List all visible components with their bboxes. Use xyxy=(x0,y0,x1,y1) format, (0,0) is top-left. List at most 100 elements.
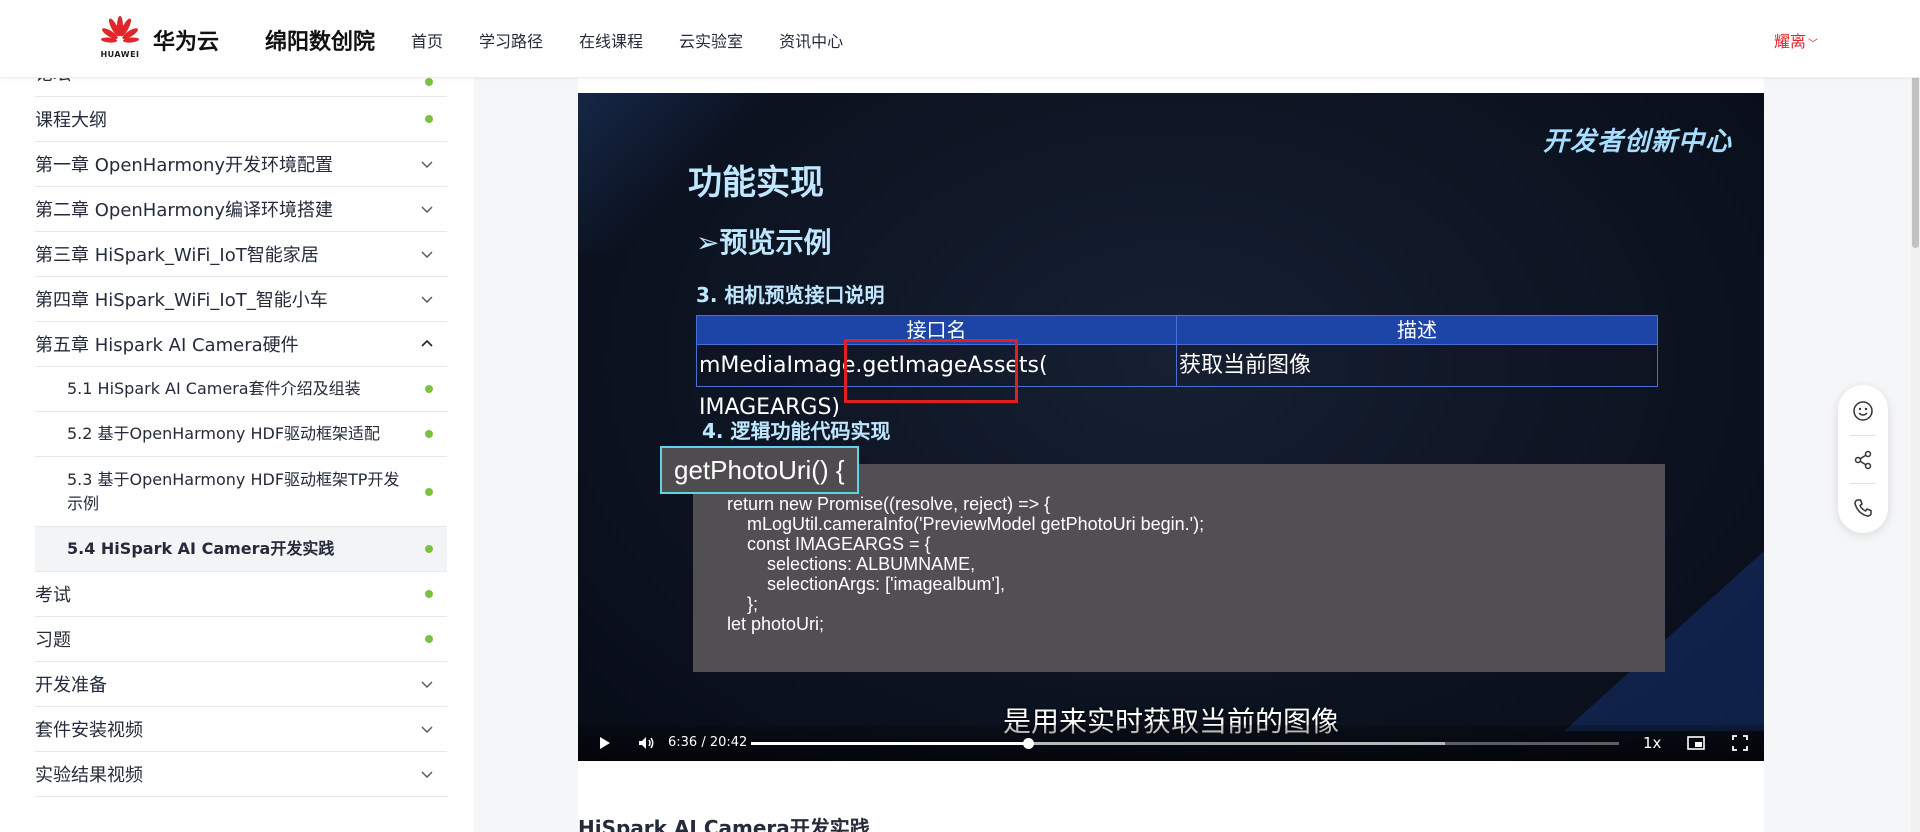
user-menu[interactable]: 耀离 ﹀ xyxy=(1774,28,1818,52)
progress-bar[interactable] xyxy=(751,738,1619,749)
contact-button[interactable] xyxy=(1838,484,1888,532)
sidebar-item-label: 习题 xyxy=(35,630,71,651)
sidebar-item-label: 第四章 HiSpark_WiFi_IoT_智能小车 xyxy=(35,290,328,311)
sidebar-item-label: 5.3 基于OpenHarmony HDF驱动框架TP开发示例 xyxy=(67,469,400,513)
brand-name[interactable]: 华为云 xyxy=(153,24,219,56)
nav-learning-path[interactable]: 学习路径 xyxy=(479,28,543,52)
sidebar-item-chapter-4[interactable]: 第四章 HiSpark_WiFi_IoT_智能小车 xyxy=(35,277,447,322)
sidebar-item-label: 套件安装视频 xyxy=(35,720,143,741)
chevron-down-icon[interactable] xyxy=(419,676,435,692)
sidebar-item-label: 第三章 HiSpark_WiFi_IoT智能家居 xyxy=(35,245,319,266)
completed-dot-icon xyxy=(425,487,433,496)
picture-in-picture-icon[interactable] xyxy=(1686,733,1706,753)
page-scrollbar[interactable] xyxy=(1911,0,1920,832)
nav-news-center[interactable]: 资讯中心 xyxy=(779,28,843,52)
nav-home[interactable]: 首页 xyxy=(411,28,443,52)
play-icon[interactable] xyxy=(594,733,614,753)
share-button[interactable] xyxy=(1838,436,1888,484)
sidebar-item-chapter-5[interactable]: 第五章 Hispark AI Camera硬件 xyxy=(35,322,447,367)
sidebar-item-label: 开发准备 xyxy=(35,675,107,696)
code-line: return new Promise((resolve, reject) => … xyxy=(727,494,1051,514)
sidebar-subitem-5-2[interactable]: 5.2 基于OpenHarmony HDF驱动框架适配 xyxy=(35,412,447,457)
scrollbar-thumb[interactable] xyxy=(1912,58,1919,248)
nav-online-courses[interactable]: 在线课程 xyxy=(579,28,643,52)
slide-section-4: 4. 逻辑功能代码实现 xyxy=(702,419,891,443)
completed-dot-icon xyxy=(425,635,433,643)
playback-speed-button[interactable]: 1x xyxy=(1643,734,1661,752)
completed-dot-icon xyxy=(425,590,433,598)
floating-toolbar xyxy=(1838,385,1888,533)
slide-title: 功能实现 xyxy=(688,163,824,203)
chevron-up-icon[interactable] xyxy=(419,336,435,352)
completed-dot-icon xyxy=(425,430,433,438)
volume-icon[interactable] xyxy=(636,733,656,753)
user-name: 耀离 xyxy=(1774,32,1807,51)
code-line: selections: ALBUMNAME, xyxy=(727,554,976,574)
share-icon xyxy=(1854,450,1872,470)
sidebar-subitem-5-1[interactable]: 5.1 HiSpark AI Camera套件介绍及组装 xyxy=(35,367,447,412)
table-header-description: 描述 xyxy=(1177,316,1657,344)
table-cell-description: 获取当前图像 xyxy=(1177,344,1657,386)
sidebar-item-chapter-1[interactable]: 第一章 OpenHarmony开发环境配置 xyxy=(35,142,447,187)
sidebar-item-outline[interactable]: 课程大纲 xyxy=(35,97,447,142)
phone-icon xyxy=(1854,499,1872,517)
code-function-label: getPhotoUri() { xyxy=(660,446,859,494)
completed-dot-icon xyxy=(425,385,433,393)
sidebar-item-label: 考试 xyxy=(35,585,71,606)
highlight-box xyxy=(844,339,1018,403)
main-nav: 首页 学习路径 在线课程 云实验室 资讯中心 xyxy=(411,28,879,52)
video-player[interactable]: 开发者创新中心 功能实现 ➢预览示例 3. 相机预览接口说明 接口名 描述 mM… xyxy=(578,93,1764,761)
sidebar-item-label: 5.4 HiSpark AI Camera开发实践 xyxy=(67,539,335,558)
slide-table: 接口名 描述 mMediaImage.getImageAssets( IMAGE… xyxy=(696,315,1658,420)
sidebar-item-dev-prep[interactable]: 开发准备 xyxy=(35,662,447,707)
sidebar-subitem-5-3[interactable]: 5.3 基于OpenHarmony HDF驱动框架TP开发示例 xyxy=(35,457,447,527)
sidebar-item-chapter-2[interactable]: 第二章 OpenHarmony编译环境搭建 xyxy=(35,187,447,232)
feedback-button[interactable] xyxy=(1838,387,1888,435)
sidebar-item-label: 5.2 基于OpenHarmony HDF驱动框架适配 xyxy=(67,424,381,443)
progress-played xyxy=(751,742,1028,745)
code-line: selectionArgs: ['imagealbum'], xyxy=(727,574,1005,594)
chevron-down-icon: ﹀ xyxy=(1808,39,1819,50)
fullscreen-icon[interactable] xyxy=(1730,733,1750,753)
sidebar-item-kit-install-video[interactable]: 套件安装视频 xyxy=(35,707,447,752)
video-time: 6:36 / 20:42 xyxy=(668,735,748,750)
slide-brand: 开发者创新中心 xyxy=(1542,127,1732,157)
video-controls: 6:36 / 20:42 1x xyxy=(578,725,1764,761)
slide-section-3: 3. 相机预览接口说明 xyxy=(696,283,885,307)
slide-subtitle: ➢预览示例 xyxy=(696,226,832,259)
sidebar-item-exam[interactable]: 考试 xyxy=(35,572,447,617)
completed-dot-icon xyxy=(425,115,433,123)
sidebar-item-label: 第二章 OpenHarmony编译环境搭建 xyxy=(35,200,334,221)
chevron-down-icon[interactable] xyxy=(419,291,435,307)
chevron-down-icon[interactable] xyxy=(419,766,435,782)
course-sidebar: 论坛 课程大纲 第一章 OpenHarmony开发环境配置 第二章 OpenHa… xyxy=(35,60,447,832)
chevron-down-icon[interactable] xyxy=(419,201,435,217)
sidebar-item-label: 课程大纲 xyxy=(35,110,107,131)
site-name[interactable]: 绵阳数创院 xyxy=(265,24,375,56)
sidebar-item-label: 第五章 Hispark AI Camera硬件 xyxy=(35,335,299,356)
sidebar-item-exercises[interactable]: 习题 xyxy=(35,617,447,662)
code-block: return new Promise((resolve, reject) => … xyxy=(693,464,1665,672)
progress-handle[interactable] xyxy=(1022,738,1034,749)
completed-dot-icon xyxy=(425,78,433,86)
chevron-down-icon[interactable] xyxy=(419,246,435,262)
sidebar-item-chapter-3[interactable]: 第三章 HiSpark_WiFi_IoT智能家居 xyxy=(35,232,447,277)
logo-text: HUAWEI xyxy=(100,50,140,59)
sidebar-item-label: 实验结果视频 xyxy=(35,765,143,786)
code-line: mLogUtil.cameraInfo('PreviewModel getPho… xyxy=(727,514,1205,534)
sidebar-subitem-5-4[interactable]: 5.4 HiSpark AI Camera开发实践 xyxy=(35,527,447,572)
sidebar-item-label: 第一章 OpenHarmony开发环境配置 xyxy=(35,155,334,176)
article-title: HiSpark AI Camera开发实践 xyxy=(578,816,870,832)
huawei-petal-icon xyxy=(101,16,139,43)
sidebar-item-result-video[interactable]: 实验结果视频 xyxy=(35,752,447,797)
top-header: HUAWEI 华为云 绵阳数创院 首页 学习路径 在线课程 云实验室 资讯中心 … xyxy=(0,0,1920,78)
nav-cloud-lab[interactable]: 云实验室 xyxy=(679,28,743,52)
chevron-down-icon[interactable] xyxy=(419,721,435,737)
code-line: const IMAGEARGS = { xyxy=(727,534,931,554)
code-line: let photoUri; xyxy=(727,614,825,634)
code-line: }; xyxy=(727,594,759,614)
huawei-logo[interactable]: HUAWEI xyxy=(96,16,144,60)
smile-icon xyxy=(1853,401,1873,421)
completed-dot-icon xyxy=(425,545,433,553)
chevron-down-icon[interactable] xyxy=(419,156,435,172)
